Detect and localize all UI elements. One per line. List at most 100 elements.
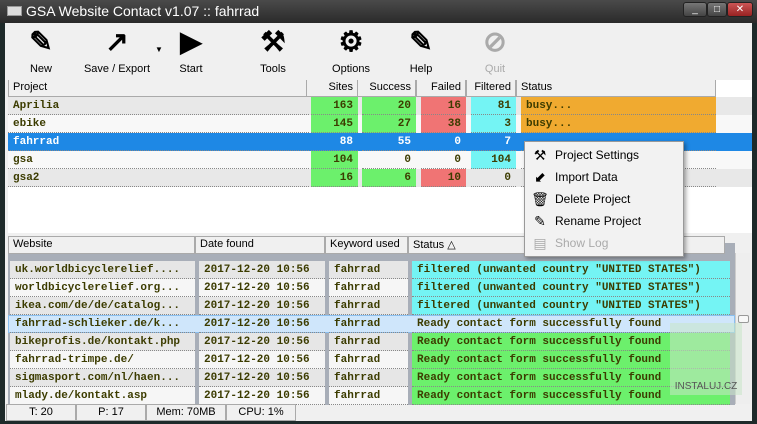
result-cell-status: filtered (unwanted country "UNITED STATE… <box>412 261 730 279</box>
projects-header-project[interactable]: Project <box>8 80 309 97</box>
close-button[interactable]: ✕ <box>727 2 753 17</box>
save-dropdown-arrow-icon[interactable]: ▼ <box>155 45 163 54</box>
project-cell-name: gsa2 <box>8 169 309 187</box>
window-title: GSA Website Contact v1.07 :: fahrrad <box>26 3 260 19</box>
result-row[interactable]: fahrrad-trimpe.de/2017-12-20 10:56 fahrra… <box>8 351 735 369</box>
import-data-label: Import Data <box>555 170 618 184</box>
project-cell-failed: 0 <box>421 133 466 151</box>
project-settings-label: Project Settings <box>555 148 640 162</box>
result-cell-date: 2017-12-20 10:56 <box>199 261 325 279</box>
project-cell-success: 27 <box>362 115 416 133</box>
result-row[interactable]: bikeprofis.de/kontakt.php 2017-12-20 10:5… <box>8 333 735 351</box>
app-icon <box>7 6 22 16</box>
status-bar-item: P: 17 <box>76 404 146 421</box>
gear-icon: ⚙ <box>338 26 364 57</box>
maximize-button[interactable]: □ <box>707 2 727 17</box>
result-row[interactable]: mlady.de/kontakt.asp 2017-12-20 10:56 fahr… <box>8 387 735 405</box>
import-icon: ⬋ <box>534 169 546 185</box>
menu-item-rename-project[interactable]: ✎ Rename Project <box>529 210 679 232</box>
results-header-2[interactable]: Keyword used <box>325 236 408 254</box>
project-cell-failed: 0 <box>421 151 466 169</box>
menu-item-import-data[interactable]: ⬋ Import Data <box>529 166 679 188</box>
title-bar: GSA Website Contact v1.07 :: fahrrad _ □… <box>0 0 757 23</box>
result-cell-site: sigmasport.com/nl/haen... <box>10 369 195 387</box>
projects-header-success[interactable]: Success <box>357 80 416 97</box>
result-cell-kw: fahrrad <box>329 369 408 387</box>
results-header-0[interactable]: Website <box>8 236 195 254</box>
result-cell-site: fahrrad-schlieker.de/k... <box>10 315 195 333</box>
project-cell-success: 55 <box>362 133 416 151</box>
play-icon: ▶ <box>180 26 202 57</box>
show-log-label: Show Log <box>555 236 609 250</box>
result-cell-date: 2017-12-20 10:56 <box>199 333 325 351</box>
project-cell-filtered: 104 <box>471 151 516 169</box>
project-row[interactable]: Aprilia 163 20 16 81 busy... <box>8 97 752 115</box>
project-cell-failed: 16 <box>421 97 466 115</box>
share-icon: ↗ <box>105 26 129 57</box>
result-cell-site: bikeprofis.de/kontakt.php <box>10 333 195 351</box>
context-menu: ⚒ Project Settings ⬋ Import Data 🗑 Delete Pro… <box>524 141 684 257</box>
projects-header-sites[interactable]: Sites <box>306 80 358 97</box>
results-scrollbar[interactable] <box>735 253 750 404</box>
project-cell-name: gsa <box>8 151 309 169</box>
log-icon: ▤ <box>533 235 547 251</box>
tools-icon: ⚒ <box>533 147 547 163</box>
result-cell-date: 2017-12-20 10:56 <box>199 315 325 333</box>
menu-item-delete-project[interactable]: 🗑 Delete Project <box>529 188 679 210</box>
projects-header-filtered[interactable]: Filtered <box>466 80 516 97</box>
result-cell-date: 2017-12-20 10:56 <box>199 351 325 369</box>
result-cell-kw: fahrrad <box>329 279 408 297</box>
result-cell-kw: fahrrad <box>329 315 408 333</box>
toolbar-save-export-button[interactable]: ↗ Save / Export <box>81 25 153 75</box>
projects-header-status[interactable]: Status <box>516 80 716 97</box>
result-cell-kw: fahrrad <box>329 333 408 351</box>
project-cell-success: 6 <box>362 169 416 187</box>
project-cell-sites: 88 <box>311 133 358 151</box>
result-cell-date: 2017-12-20 10:56 <box>199 297 325 315</box>
toolbar-options-button[interactable]: ⚙ Options <box>330 25 372 75</box>
result-cell-kw: fahrrad <box>329 261 408 279</box>
results-header-1[interactable]: Date found <box>195 236 325 254</box>
toolbar-quit-button[interactable]: ⊘ Quit <box>477 25 513 75</box>
minimize-button[interactable]: _ <box>683 2 707 17</box>
result-cell-site: mlady.de/kontakt.asp <box>10 387 195 405</box>
rename-project-label: Rename Project <box>555 214 642 228</box>
start-label: Start <box>179 63 203 75</box>
result-row[interactable]: fahrrad-schlieker.de/k... 2017-12-20 10:5… <box>8 315 735 333</box>
save-export-label: Save / Export <box>83 63 151 75</box>
result-cell-status: Ready contact form successfully found <box>412 369 730 387</box>
result-cell-site: ikea.com/de/de/catalog... <box>10 297 195 315</box>
project-cell-name: Aprilia <box>8 97 309 115</box>
result-cell-date: 2017-12-20 10:56 <box>199 369 325 387</box>
result-row[interactable]: sigmasport.com/nl/haen... 2017-12-20 10:5… <box>8 369 735 387</box>
result-cell-status: Ready contact form successfully found <box>412 333 730 351</box>
scrollbar-thumb[interactable] <box>738 315 749 323</box>
toolbar-start-button[interactable]: ▶ Start <box>173 25 209 75</box>
tools-label: Tools <box>260 63 286 75</box>
result-cell-date: 2017-12-20 10:56 <box>199 279 325 297</box>
toolbar-tools-button[interactable]: ⚒ Tools <box>255 25 291 75</box>
menu-item-project-settings[interactable]: ⚒ Project Settings <box>529 144 679 166</box>
project-row[interactable]: ebike 145 27 38 3 busy... <box>8 115 752 133</box>
menu-item-show-log: ▤ Show Log <box>529 232 679 254</box>
project-cell-sites: 104 <box>311 151 358 169</box>
project-cell-name: ebike <box>8 115 309 133</box>
result-row[interactable]: uk.worldbicyclerelief.... 2017-12-20 10:5… <box>8 261 735 279</box>
project-cell-filtered: 81 <box>471 97 516 115</box>
result-cell-status: Ready contact form successfully found <box>412 315 730 333</box>
project-cell-success: 0 <box>362 151 416 169</box>
result-row[interactable]: ikea.com/de/de/catalog... 2017-12-20 10:5… <box>8 297 735 315</box>
result-cell-site: uk.worldbicyclerelief.... <box>10 261 195 279</box>
project-cell-success: 20 <box>362 97 416 115</box>
projects-header-failed[interactable]: Failed <box>416 80 466 97</box>
tools-icon: ⚒ <box>260 26 286 57</box>
project-cell-sites: 163 <box>311 97 358 115</box>
toolbar-new-button[interactable]: ✎ New <box>23 25 59 75</box>
result-row[interactable]: worldbicyclerelief.org... 2017-12-20 10:5… <box>8 279 735 297</box>
rename-icon: ✎ <box>534 213 546 229</box>
status-bar-item: Mem: 70MB <box>146 404 226 421</box>
result-cell-status: Ready contact form successfully found <box>412 387 730 405</box>
toolbar-help-button[interactable]: ✎ Help <box>403 25 439 75</box>
quit-icon: ⊘ <box>483 26 507 57</box>
project-cell-sites: 145 <box>311 115 358 133</box>
